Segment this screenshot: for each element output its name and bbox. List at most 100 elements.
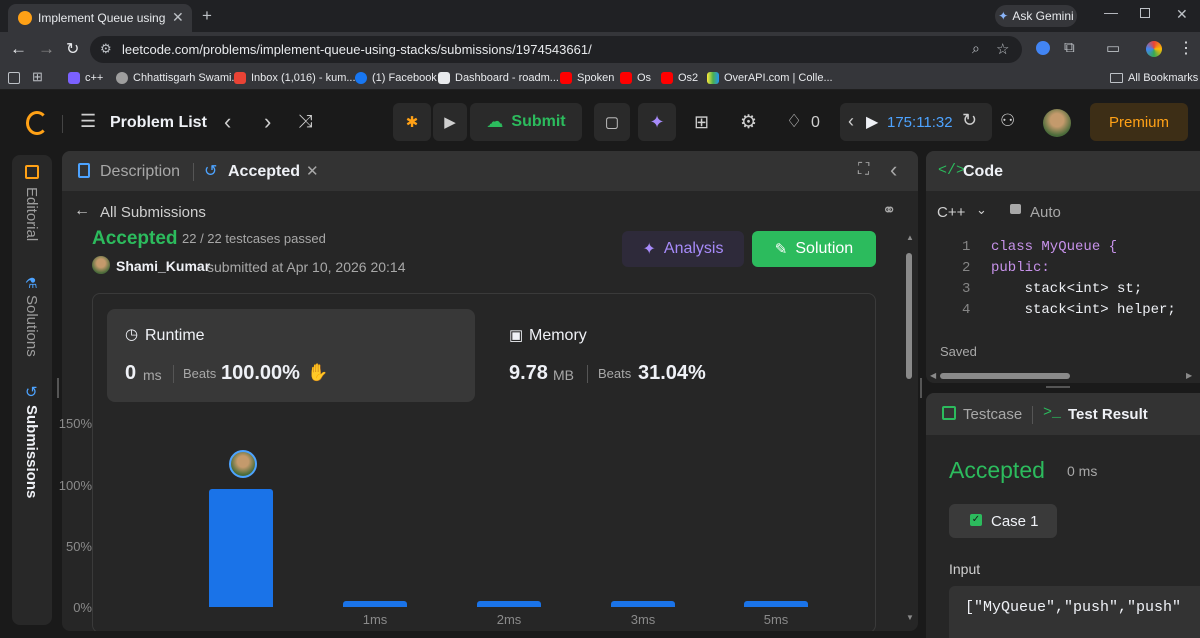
horizontal-scrollbar[interactable]: ◀ ▶ [930,371,1196,381]
sidebar-tab-solutions[interactable]: Solutions [23,295,40,357]
bookmark-chhattisgarh[interactable]: Chhattisgarh Swami... [116,70,241,86]
tab-testcase[interactable]: Testcase [963,406,1022,423]
bookmark-roadmap[interactable]: Dashboard - roadm... [438,70,559,86]
code-editor[interactable]: 1 class MyQueue { 2 public: 3 stack<int> s… [926,239,1200,329]
solutions-icon[interactable]: ⚗ [25,275,38,292]
fullscreen-icon[interactable]: ⛶ [858,161,869,179]
user-avatar[interactable] [1043,109,1071,137]
bookmark-os2[interactable]: Os2 [661,70,698,86]
tab-accepted[interactable]: Accepted [228,163,300,181]
run-button[interactable]: ▶ [433,103,467,141]
auto-mode[interactable]: Auto [1030,204,1061,221]
address-bar[interactable]: ⚙ leetcode.com/problems/implement-queue-… [90,36,1022,63]
scroll-thumb[interactable] [940,373,1070,379]
runtime-bar-3ms[interactable] [611,601,675,607]
sidebar-tab-submissions[interactable]: Submissions [23,405,40,498]
scroll-left-icon[interactable]: ◀ [930,371,936,380]
panel-scrollbar[interactable]: ▲ ▼ [904,233,914,627]
bookmark-facebook[interactable]: (1) Facebook [355,70,437,86]
all-submissions-link[interactable]: All Submissions [100,204,206,221]
bookmark-star-icon[interactable]: ☆ [996,40,1009,58]
close-tab-icon[interactable]: ✕ [172,9,184,26]
sparkle-icon: ✦ [642,241,656,258]
settings-icon[interactable]: ⚙ [740,111,757,134]
close-tab-accepted-icon[interactable]: ✕ [306,162,319,180]
analysis-button[interactable]: ✦ Analysis [622,231,744,267]
new-tab-icon[interactable]: + [202,6,212,26]
zoom-icon[interactable]: ⌕ [972,40,980,57]
timer-collapse-icon[interactable]: ‹ [848,111,854,132]
bookmark-spoken[interactable]: Spoken [560,70,614,86]
site-info-icon[interactable]: ⚙ [100,41,112,57]
leetcode-logo-icon[interactable] [26,111,48,135]
bookmark-os[interactable]: Os [620,70,651,86]
runtime-bar-2ms[interactable] [477,601,541,607]
problem-list-link[interactable]: Problem List [110,114,207,132]
tab-test-result[interactable]: Test Result [1068,406,1148,423]
close-window-icon[interactable]: ✕ [1176,6,1188,23]
x-tick-label: 3ms [630,612,656,627]
shuffle-icon[interactable]: ⤨ [298,111,312,132]
notes-button[interactable]: ▢ [594,103,630,141]
reload-icon[interactable]: ↻ [66,39,79,59]
profile-avatar-icon[interactable] [1146,41,1162,57]
apps-icon[interactable] [8,72,20,84]
sidebar-tab-editorial[interactable]: Editorial [23,187,40,241]
submitter-name[interactable]: Shami_Kumar [116,258,210,274]
scroll-down-icon[interactable]: ▼ [906,613,914,622]
submissions-icon[interactable]: ↺ [25,383,38,401]
tab-search-icon[interactable]: ▭ [1106,39,1120,57]
menu-icon[interactable]: ⋮ [1178,38,1194,58]
bookmark-cpp[interactable]: c++ [68,70,103,86]
extension-icon[interactable] [1036,41,1050,55]
restore-icon[interactable] [1140,8,1150,18]
chevron-down-icon[interactable]: ⌄ [976,202,987,218]
add-friend-icon[interactable]: ⚇ [1000,111,1015,131]
case-1-tab[interactable]: ✓ Case 1 [949,504,1057,538]
scroll-right-icon[interactable]: ▶ [1186,371,1192,380]
premium-button[interactable]: Premium [1090,103,1188,141]
grid-icon[interactable]: ⊞ [32,69,43,85]
problem-list-icon[interactable]: ☰ [80,111,96,132]
result-header: Testcase >_ Test Result [926,393,1200,435]
layout-icon[interactable]: ⊞ [694,112,709,133]
horizontal-resize-handle[interactable] [1046,386,1070,388]
bookmark-overapi[interactable]: OverAPI.com | Colle... [707,70,833,86]
collapse-panel-icon[interactable]: ‹ [890,157,897,183]
minimize-icon[interactable]: — [1104,4,1118,20]
timer-reset-icon[interactable]: ↻ [962,110,977,131]
ask-gemini-button[interactable]: ✦ Ask Gemini [995,5,1077,27]
runtime-bar-1ms[interactable] [343,601,407,607]
share-link-icon[interactable]: ⚭ [882,201,896,221]
timer-play-icon[interactable]: ▶ [866,112,878,132]
runtime-card[interactable]: ◷ Runtime 0 ms Beats 100.00% ✋ [107,309,475,402]
scroll-thumb[interactable] [906,253,912,379]
input-value-box[interactable]: ["MyQueue","push","push" [949,586,1200,638]
back-icon[interactable]: ← [10,39,27,59]
left-resize-handle[interactable] [57,378,59,398]
bookmark-gmail[interactable]: Inbox (1,016) - kum... [234,70,356,86]
prev-problem-icon[interactable]: ‹ [224,109,231,135]
edit-icon: ✎ [774,241,788,258]
streak-flame-icon[interactable]: ♢ [786,111,802,132]
solution-button[interactable]: ✎ Solution [752,231,876,267]
extensions-puzzle-icon[interactable]: ⧉ [1064,39,1075,56]
tab-description[interactable]: Description [100,163,180,181]
runtime-bar-5ms[interactable] [744,601,808,607]
timer-widget[interactable]: ‹ ▶ 175:11:32 ↻ [840,103,992,141]
vertical-resize-handle[interactable] [920,378,922,398]
next-problem-icon[interactable]: › [264,109,271,135]
scroll-up-icon[interactable]: ▲ [906,233,914,242]
runtime-bar-0ms[interactable] [209,489,273,607]
result-status: Accepted [949,457,1045,483]
submit-button[interactable]: ☁ Submit [470,103,582,141]
debug-button[interactable]: ✱ [393,103,431,141]
ai-button[interactable]: ✦ [638,103,676,141]
browser-tab[interactable]: Implement Queue using Stacks ✕ [8,4,192,32]
all-bookmarks[interactable]: All Bookmarks [1110,70,1198,86]
language-select[interactable]: C++ [937,204,965,221]
editorial-icon[interactable] [25,165,39,179]
back-arrow-icon[interactable]: ← [74,202,90,220]
forward-icon[interactable]: → [38,39,55,59]
y-tick-label: 50% [65,539,92,554]
